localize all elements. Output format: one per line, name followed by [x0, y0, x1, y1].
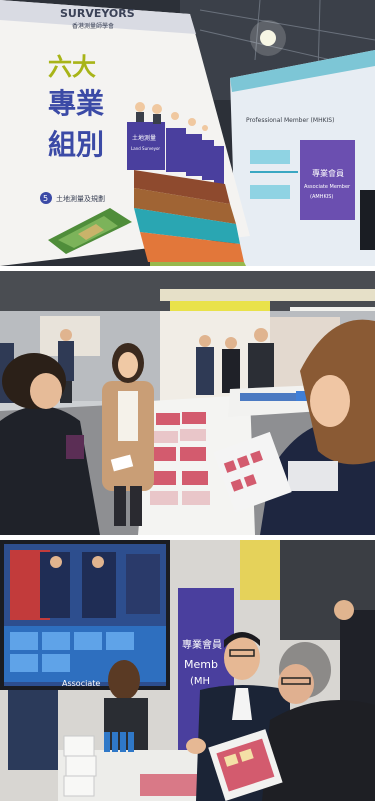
step-label: 土地測量及規劃: [56, 194, 105, 203]
banner-heading-line-1: 六大: [48, 53, 96, 81]
flow-label-1: 專業會員: [312, 168, 344, 178]
step-number: 5: [43, 194, 48, 203]
booth-photo-graphic: [0, 271, 375, 535]
banner-photo-graphic: 專業會員 Associate Member (AMHKIS) Professio…: [0, 0, 375, 266]
division-1-label: 土地測量: [132, 134, 156, 142]
flow-label-2: Associate Member: [304, 184, 351, 190]
board-english: Memb: [184, 658, 218, 671]
banner-brand-chinese: 香港測量師學會: [72, 22, 114, 30]
photo-collage: 專業會員 Associate Member (AMHKIS) Professio…: [0, 0, 375, 801]
board-chinese: 專業會員: [182, 638, 222, 651]
banner-heading-line-3: 組別: [48, 128, 104, 161]
flow-sub-1: Professional Member (MHKIS): [246, 117, 334, 124]
banner-heading-line-2: 專業: [48, 87, 104, 120]
photo-staff-explaining: 專業會員 Memb (MH Associate: [0, 540, 375, 801]
associate-member-box: [300, 140, 355, 220]
banner-brand: SURVEYORS: [60, 7, 135, 20]
flow-sub-2: (AMHKIS): [310, 194, 333, 200]
board-english-sub: (MH: [190, 676, 210, 687]
screen-text: Associate: [62, 679, 100, 688]
staff-photo-graphic: 專業會員 Memb (MH Associate: [0, 540, 375, 801]
division-1-english: Land Surveyor: [131, 146, 160, 151]
photo-banner-divisions: 專業會員 Associate Member (AMHKIS) Professio…: [0, 0, 375, 266]
photo-booth-visitors: [0, 271, 375, 535]
